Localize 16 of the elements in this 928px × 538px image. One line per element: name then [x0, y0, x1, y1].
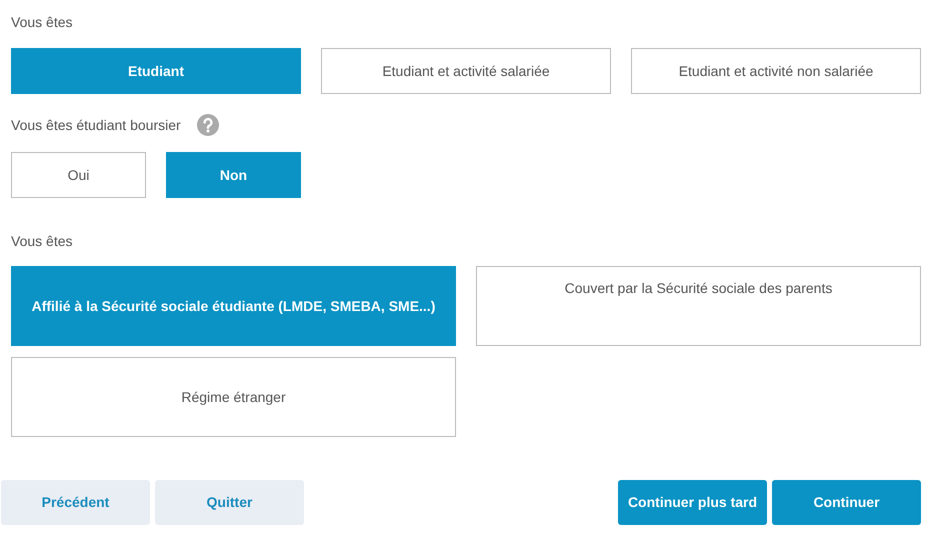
option-button[interactable]: Etudiant et activité non salariée — [631, 48, 921, 94]
option-button[interactable]: Couvert par la Sécurité sociale des parents — [476, 266, 921, 346]
question-label: Vous êtes — [11, 13, 72, 32]
nav-button[interactable]: Quitter — [155, 480, 304, 525]
option-button[interactable]: Régime étranger — [11, 357, 456, 437]
question-label: Vous êtes — [11, 232, 72, 251]
option-button[interactable]: Oui — [11, 152, 146, 198]
option-button[interactable]: Etudiant et activité salariée — [321, 48, 611, 94]
continue-button[interactable]: Continuer plus tard — [618, 480, 767, 525]
continue-button[interactable]: Continuer — [772, 480, 921, 525]
option-button[interactable]: Affilié à la Sécurité sociale étudiante (LMDE, SMEBA, SME...) — [11, 266, 456, 346]
question-label: Vous êtes étudiant boursier — [11, 116, 181, 135]
option-button[interactable]: Etudiant — [11, 48, 301, 94]
nav-button[interactable]: Précédent — [1, 480, 150, 525]
option-button[interactable]: Non — [166, 152, 301, 198]
help-icon[interactable] — [196, 114, 219, 136]
